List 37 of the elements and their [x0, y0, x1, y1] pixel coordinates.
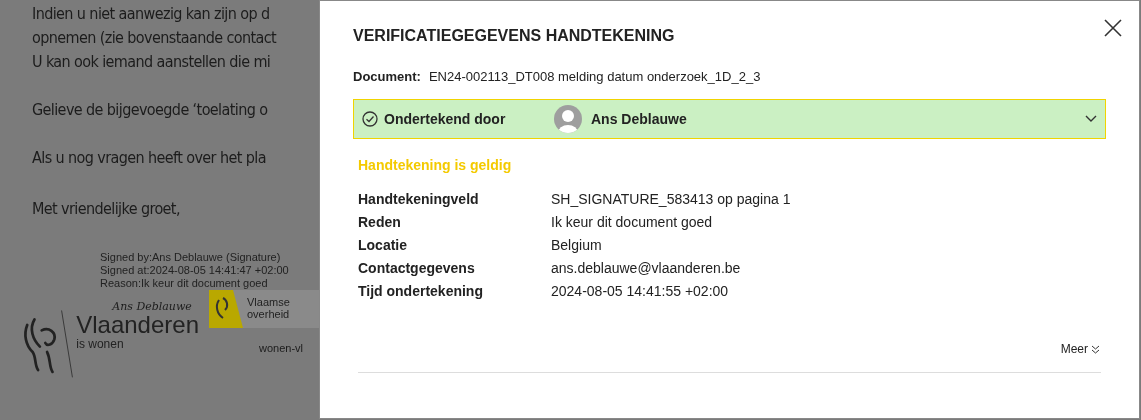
double-chevron-icon	[1091, 344, 1100, 354]
document-text: Indien u niet aanwezig kan zijn op d	[32, 3, 271, 25]
more-link[interactable]: Meer	[1060, 342, 1100, 356]
document-label: Document:	[353, 69, 421, 84]
detail-value: ans.deblauwe@vlaanderen.be	[551, 259, 742, 277]
avatar-icon	[554, 105, 582, 133]
detail-value: Belgium	[551, 236, 603, 254]
check-circle-icon	[362, 111, 378, 127]
detail-label: Locatie	[358, 236, 408, 254]
signer-label: Ondertekend door	[384, 111, 507, 127]
detail-label: Tijd ondertekening	[358, 282, 484, 300]
detail-value: 2024-08-05 14:41:55 +02:00	[551, 282, 730, 300]
detail-label: Contactgegevens	[358, 259, 476, 277]
government-badge: Vlaamse overheid	[209, 290, 319, 328]
close-icon[interactable]	[1104, 19, 1122, 37]
signature-stamp-text: Signed by:Ans Deblauwe (Signature)	[100, 251, 282, 264]
document-name: EN24-002113_DT008 melding datum onderzoek_1D_2_3	[428, 69, 761, 84]
signer-panel[interactable]: Ondertekend door Ans Deblauwe	[353, 99, 1106, 139]
detail-value: Ik keur dit document goed	[551, 213, 714, 231]
document-text: Met vriendelijke groet,	[32, 198, 181, 220]
detail-label: Handtekeningveld	[358, 190, 480, 208]
document-text: Gelieve de bijgevoegde ‘toelating o	[32, 99, 269, 121]
detail-value: SH_SIGNATURE_583413 op pagina 1	[551, 190, 792, 208]
website-text: wonen-vl	[259, 342, 305, 354]
document-text: U kan ook iemand aanstellen die mi	[32, 51, 272, 73]
document-text: Als u nog vragen heeft over het pla	[32, 147, 267, 169]
dialog-title: VERIFICATIEGEGEVENS HANDTEKENING	[353, 27, 675, 45]
chevron-icon	[1085, 115, 1097, 123]
detail-label: Reden	[358, 213, 402, 231]
validity-status: Handtekening is geldig	[357, 157, 513, 173]
document-text: opnemen (zie bovenstaande contact	[32, 27, 278, 49]
signature-stamp-text: Signed at:2024-08-05 14:41:47 +02:00	[100, 264, 290, 277]
logo-tagline: is wonen	[76, 337, 125, 351]
logo-wordmark: Vlaanderen	[76, 313, 199, 337]
signer-name: Ans Deblauwe	[591, 111, 688, 127]
handwritten-signature: Ans Deblauwe	[112, 301, 193, 313]
signature-stamp-text: Reason:Ik keur dit document goed	[100, 277, 269, 290]
